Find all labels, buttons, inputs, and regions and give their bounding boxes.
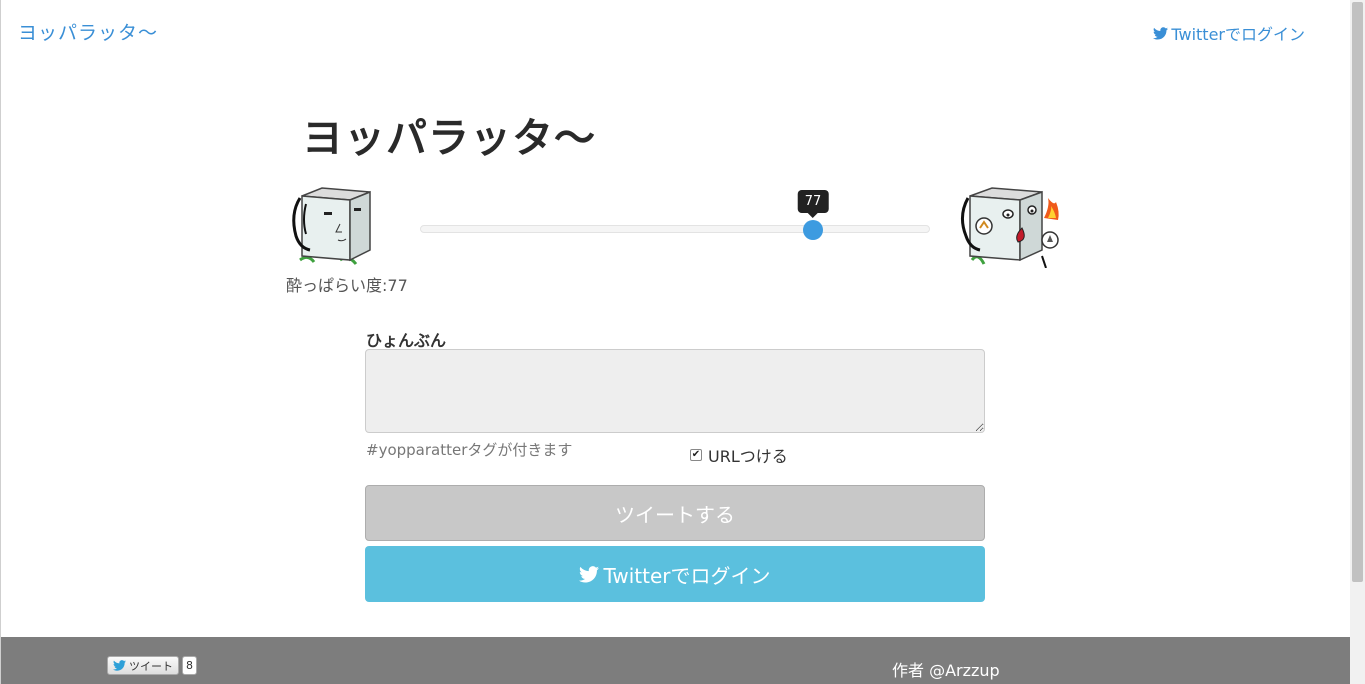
hashtag-hint: #yopparatterタグが付きます: [366, 441, 573, 459]
scrollbar[interactable]: [1350, 0, 1365, 684]
brand-link[interactable]: ヨッパラッタ〜: [18, 18, 158, 45]
url-checkbox-label[interactable]: URLつける: [708, 443, 788, 467]
drunk-level-label: 酔っぱらい度:77: [286, 276, 408, 295]
twitter-login-label: Twitterでログイン: [603, 563, 771, 588]
tweet-button[interactable]: ツイートする: [365, 485, 985, 541]
twitter-bird-icon: [1153, 26, 1169, 39]
drunk-level-slider[interactable]: 77: [420, 190, 930, 240]
page-title: ヨッパラッタ〜: [302, 114, 596, 162]
tweet-text-input[interactable]: [365, 349, 985, 433]
slider-handle[interactable]: [803, 220, 823, 240]
drunk-face-icon: [961, 187, 1059, 268]
scrollbar-thumb[interactable]: [1352, 2, 1363, 582]
page-border: [0, 0, 1, 684]
nav-login-label: Twitterでログイン: [1171, 25, 1305, 44]
checkbox-icon[interactable]: ✔: [690, 449, 702, 461]
tweet-share-label: ツイート: [129, 659, 173, 673]
twitter-bird-icon: [113, 660, 126, 671]
author-credit[interactable]: 作者 @Arzzup: [892, 657, 1000, 681]
nav-login-link[interactable]: Twitterでログイン: [1153, 21, 1305, 45]
twitter-login-button[interactable]: Twitterでログイン: [365, 546, 985, 602]
url-checkbox-control[interactable]: ✔ URLつける: [690, 443, 788, 467]
slider-track[interactable]: [420, 225, 930, 233]
tweet-share-count[interactable]: 8: [182, 656, 197, 675]
slider-tooltip: 77: [797, 190, 829, 218]
navbar: ヨッパラッタ〜 Twitterでログイン: [0, 0, 1350, 62]
tweet-share-widget: ツイート 8: [107, 656, 197, 675]
twitter-bird-icon: [579, 565, 600, 582]
tweet-share-button[interactable]: ツイート: [107, 656, 179, 675]
sober-face-icon: [292, 187, 371, 265]
footer: ツイート 8 作者 @Arzzup: [1, 637, 1350, 684]
form-label: ひょんぶん: [366, 331, 447, 350]
